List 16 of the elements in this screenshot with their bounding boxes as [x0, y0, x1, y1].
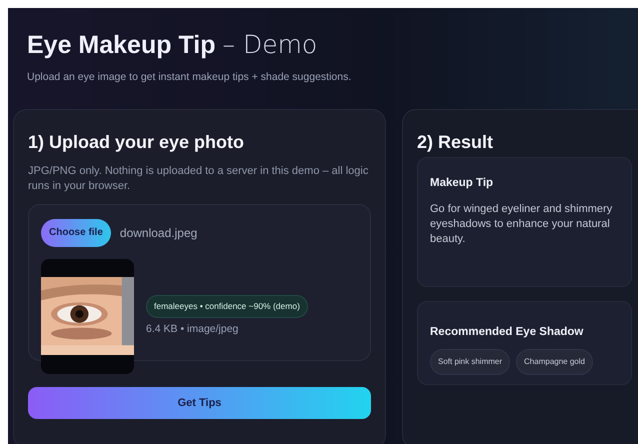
tip-title: Makeup Tip: [430, 176, 494, 191]
card-heading: 2) Result: [417, 130, 494, 154]
get-tips-button[interactable]: Get Tips: [28, 386, 371, 419]
card-heading: 1) Upload your eye photo: [28, 130, 246, 154]
tip-text: Go for winged eyeliner and shimmery eyeshadows to enhance your natural beauty.: [430, 202, 614, 247]
prediction-badge: femaleeyes • confidence ~90% (demo): [146, 295, 308, 318]
shadow-title: Recommended Eye Shadow: [430, 324, 584, 340]
page-subtitle: Upload an eye image to get instant makeup tips + shade suggestions.: [27, 70, 352, 85]
upload-note: JPG/PNG only. Nothing is uploaded to a server in this demo – all logic runs in your browser.: [28, 164, 370, 194]
page-title-suffix: – Demo: [222, 30, 318, 60]
shade-chip: Champagne gold: [516, 349, 593, 375]
file-name: download.jpeg: [120, 224, 198, 242]
file-info: 6.4 KB • image/jpeg: [146, 322, 238, 337]
choose-file-button[interactable]: Choose file: [41, 218, 111, 247]
page-title: Eye Makeup Tip: [27, 30, 216, 60]
shade-chip: Soft pink shimmer: [430, 349, 510, 375]
